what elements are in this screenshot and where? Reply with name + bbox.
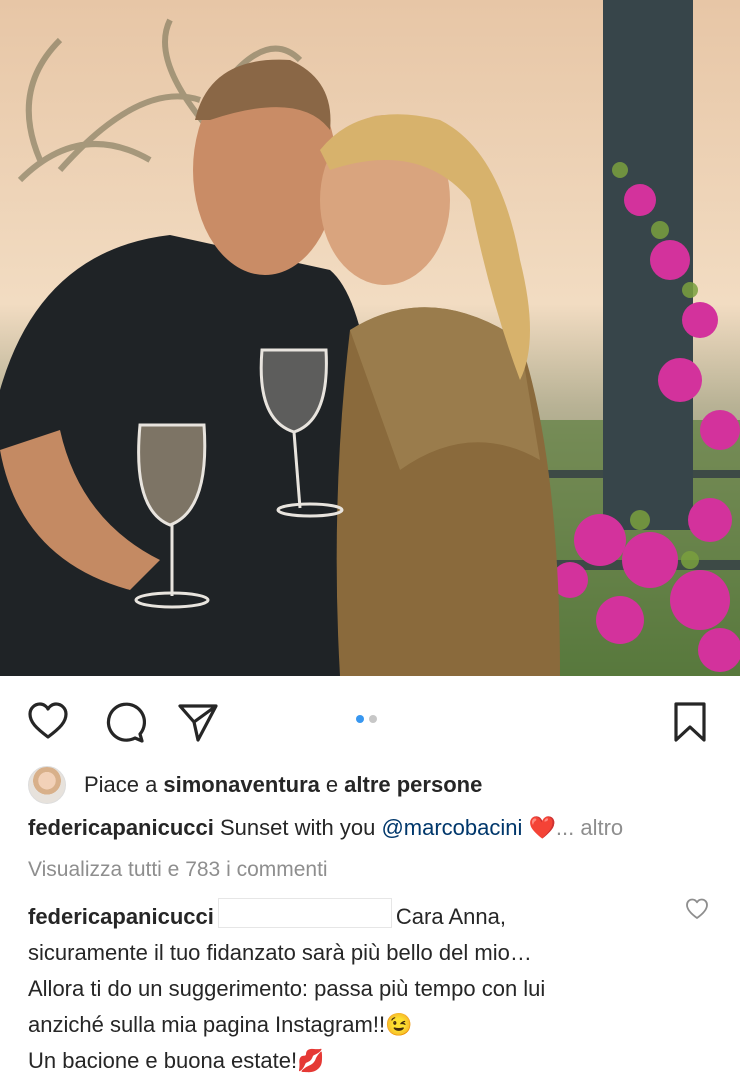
heart-outline-icon: [686, 898, 708, 919]
likes-summary[interactable]: Piace a simonaventura e altre persone: [28, 766, 482, 804]
photo-scene: [0, 0, 740, 676]
save-button[interactable]: [668, 700, 712, 744]
comment-item: federicapanicucci Cara Anna, sicuramente …: [28, 898, 688, 1079]
comment-line-3: Allora ti do un suggerimento: passa più …: [28, 976, 546, 1001]
comment-line-4: anziché sulla mia pagina Instagram!!😉: [28, 1012, 413, 1037]
carousel-dot: [369, 715, 377, 723]
comment-like-button[interactable]: [684, 896, 710, 922]
caption-mention[interactable]: @marcobacini: [381, 815, 522, 840]
bookmark-icon: [674, 702, 706, 742]
heart-outline-icon: [28, 702, 68, 739]
like-button[interactable]: [26, 700, 70, 744]
carousel-dot-active: [356, 715, 364, 723]
comment-author[interactable]: federicapanicucci: [28, 904, 214, 929]
caption-more-link[interactable]: ... altro: [556, 815, 623, 840]
comment-line-1: Cara Anna,: [395, 904, 506, 929]
next-comment-clipped: [28, 1074, 718, 1086]
caption-author[interactable]: federicapanicucci: [28, 815, 214, 840]
caption-text: Sunset with you: [220, 815, 376, 840]
post-caption: federicapanicucci Sunset with you @marco…: [28, 815, 623, 841]
post-photo[interactable]: [0, 0, 740, 676]
speech-bubble-icon: [106, 702, 147, 743]
redacted-mention: [217, 898, 392, 928]
comment-button[interactable]: [102, 700, 147, 744]
liker-avatar[interactable]: [28, 766, 66, 804]
heart-emoji-icon: ❤️: [528, 815, 556, 840]
comment-line-2: sicuramente il tuo fidanzato sarà più be…: [28, 940, 532, 965]
paper-plane-icon: [178, 704, 218, 742]
liker-username[interactable]: simonaventura: [163, 772, 320, 798]
likes-others[interactable]: altre persone: [344, 772, 482, 798]
carousel-indicator: [356, 715, 377, 723]
comment-line-5: Un bacione e buona estate!💋: [28, 1048, 325, 1073]
share-button[interactable]: [176, 700, 220, 744]
view-all-comments-link[interactable]: Visualizza tutti e 783 i commenti: [28, 858, 328, 882]
likes-prefix: Piace a: [84, 772, 158, 797]
post-action-bar: [0, 676, 740, 764]
likes-conjunction: e: [325, 772, 339, 797]
